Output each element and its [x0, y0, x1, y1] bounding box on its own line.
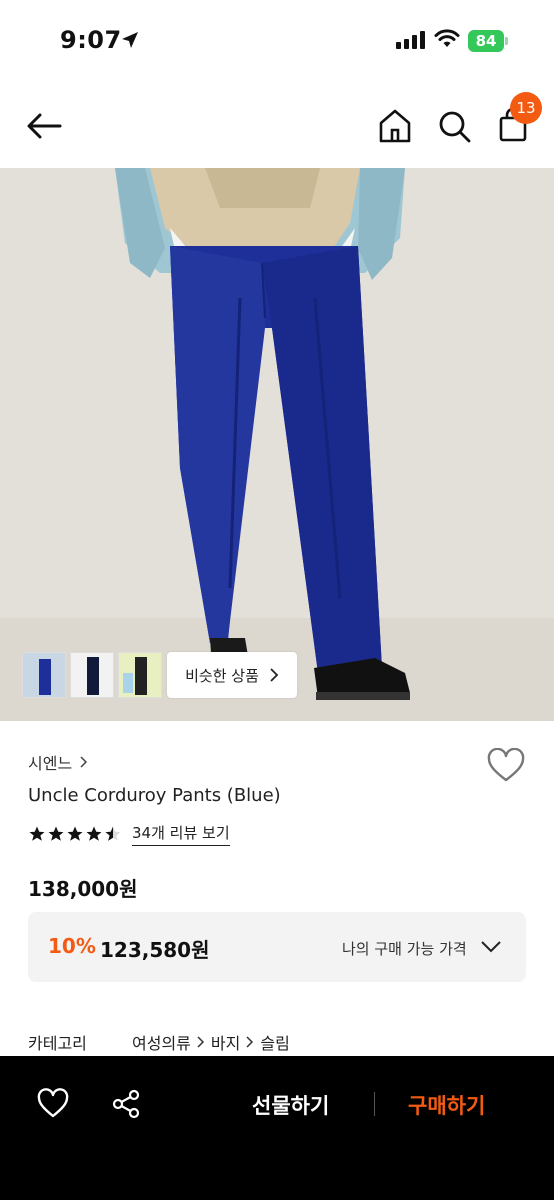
category-item[interactable]: 바지 [211, 1030, 240, 1054]
discount-rate: 10% [48, 934, 96, 958]
chevron-right-icon [270, 668, 279, 682]
cart-count-badge: 13 [510, 92, 542, 124]
similar-products-label: 비슷한 상품 [185, 666, 259, 685]
thumbnail-3[interactable] [118, 652, 162, 698]
status-time: 9:07 [60, 26, 122, 54]
divider [374, 1092, 375, 1116]
brand-link[interactable]: 시엔느 [28, 750, 88, 774]
category-item[interactable]: 여성의류 [132, 1030, 191, 1054]
category-item[interactable]: 슬림 [260, 1030, 289, 1054]
brand-name: 시엔느 [28, 754, 73, 773]
half-star-icon [105, 826, 121, 841]
chevron-right-icon [197, 1036, 204, 1048]
category-label: 카테고리 [28, 1034, 87, 1053]
original-price: 138,000원 [28, 877, 138, 901]
category-row: 카테고리 여성의류 바지 슬림 [28, 1030, 290, 1054]
home-icon[interactable] [376, 106, 414, 146]
star-icon [29, 826, 45, 841]
wifi-icon [434, 29, 460, 47]
product-main-image[interactable] [0, 168, 554, 721]
rating-row: 34개 리뷰 보기 [28, 822, 230, 846]
category-breadcrumb: 여성의류 바지 슬림 [132, 1030, 290, 1054]
search-icon[interactable] [434, 106, 474, 146]
battery-icon: 84 [468, 30, 508, 52]
chevron-right-icon [246, 1036, 254, 1048]
back-arrow-icon[interactable] [24, 106, 66, 146]
wishlist-heart-icon[interactable] [486, 748, 526, 784]
star-rating [28, 825, 122, 843]
product-photo [0, 168, 554, 721]
gift-button[interactable]: 선물하기 [252, 1090, 329, 1120]
product-title: Uncle Corduroy Pants (Blue) [28, 785, 281, 806]
status-bar: 9:07 84 [0, 0, 554, 82]
bottom-action-bar: 선물하기 구매하기 [0, 1056, 554, 1200]
location-arrow-icon [122, 32, 138, 48]
similar-products-button[interactable]: 비슷한 상품 [167, 652, 297, 698]
star-icon [67, 826, 83, 841]
star-icon [86, 826, 102, 841]
my-price-label: 나의 구매 가능 가격 [342, 940, 467, 958]
thumbnail-strip [22, 652, 162, 698]
chevron-right-icon [80, 756, 88, 768]
buy-button[interactable]: 구매하기 [408, 1090, 485, 1120]
final-price: 123,580원 [100, 938, 210, 962]
star-icon [48, 826, 64, 841]
share-icon[interactable] [110, 1088, 142, 1120]
signal-icon [396, 31, 425, 49]
battery-level: 84 [468, 30, 504, 52]
like-heart-icon[interactable] [36, 1088, 70, 1120]
thumbnail-1[interactable] [22, 652, 66, 698]
my-price-box[interactable]: 10% 123,580원 나의 구매 가능 가격 [28, 912, 526, 982]
thumbnail-2[interactable] [70, 652, 114, 698]
chevron-down-icon [481, 941, 501, 953]
top-nav [0, 82, 554, 168]
review-link[interactable]: 34개 리뷰 보기 [132, 822, 230, 846]
